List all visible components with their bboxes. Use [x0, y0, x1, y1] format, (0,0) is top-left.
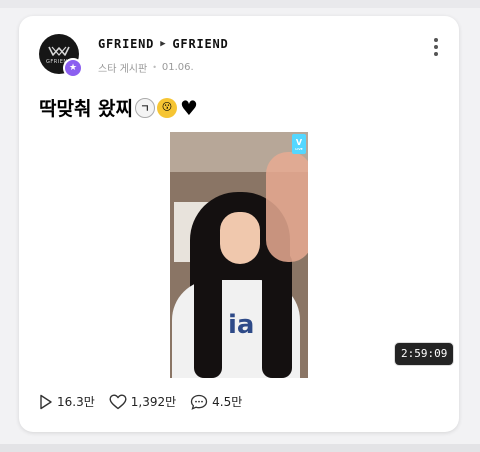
thumb-hair-right	[262, 252, 292, 378]
vlive-sub: LIVE	[295, 146, 303, 151]
board-owner-name[interactable]: GFRIEND	[172, 37, 228, 51]
post-stats: 16.3만 1,392만 4.5만	[39, 393, 256, 410]
comments-stat[interactable]: 4.5만	[190, 393, 242, 410]
author-name[interactable]: GFRIEND	[98, 37, 154, 51]
clock-emoji-icon: ㄱ	[135, 97, 156, 118]
board-name[interactable]: 스타 게시판	[98, 60, 147, 75]
play-icon	[40, 394, 52, 409]
more-vertical-icon	[434, 38, 438, 42]
top-divider	[0, 0, 480, 8]
post-date: 01.06.	[161, 62, 194, 73]
comment-icon[interactable]	[190, 394, 208, 410]
heart-outline-icon[interactable]	[109, 394, 127, 410]
author-line: GFRIEND ▶ GFRIEND	[98, 37, 229, 51]
crown-logo	[48, 46, 70, 56]
likes-count: 1,392만	[130, 395, 177, 409]
black-heart-emoji-icon: ♥	[180, 95, 198, 120]
thumb-hair-left	[194, 252, 222, 378]
views-count: 16.3만	[57, 395, 95, 409]
likes-stat[interactable]: 1,392만	[109, 393, 176, 410]
vlive-logo: V LIVE	[292, 134, 306, 154]
arrow-right-icon: ▶	[160, 39, 167, 49]
more-dot	[434, 45, 438, 49]
comments-count: 4.5만	[212, 395, 243, 409]
separator-dot: •	[152, 63, 157, 72]
more-dot	[434, 52, 438, 56]
post-body: 딱맞춰 왔찌 ㄱ 😗 ♥	[39, 94, 199, 121]
thumb-hand	[266, 152, 308, 262]
thumb-shirt-print: ia	[228, 310, 255, 340]
thumb-face	[220, 212, 260, 264]
post-card[interactable]: GFRIEND ★ GFRIEND ▶ GFRIEND 스타 게시판 • 01.…	[19, 16, 459, 432]
video-duration-badge: 2:59:09	[394, 342, 455, 366]
vlive-label: V	[295, 137, 303, 147]
bottom-divider	[0, 444, 480, 452]
star-icon: ★	[63, 58, 83, 78]
post-meta: 스타 게시판 • 01.06.	[98, 60, 194, 75]
more-options-button[interactable]	[428, 36, 444, 58]
video-thumbnail[interactable]: ia V LIVE	[170, 132, 308, 378]
views-stat: 16.3만	[39, 393, 95, 410]
kissing-face-emoji-icon: 😗	[157, 97, 178, 118]
post-text: 딱맞춰 왔찌	[39, 98, 134, 120]
